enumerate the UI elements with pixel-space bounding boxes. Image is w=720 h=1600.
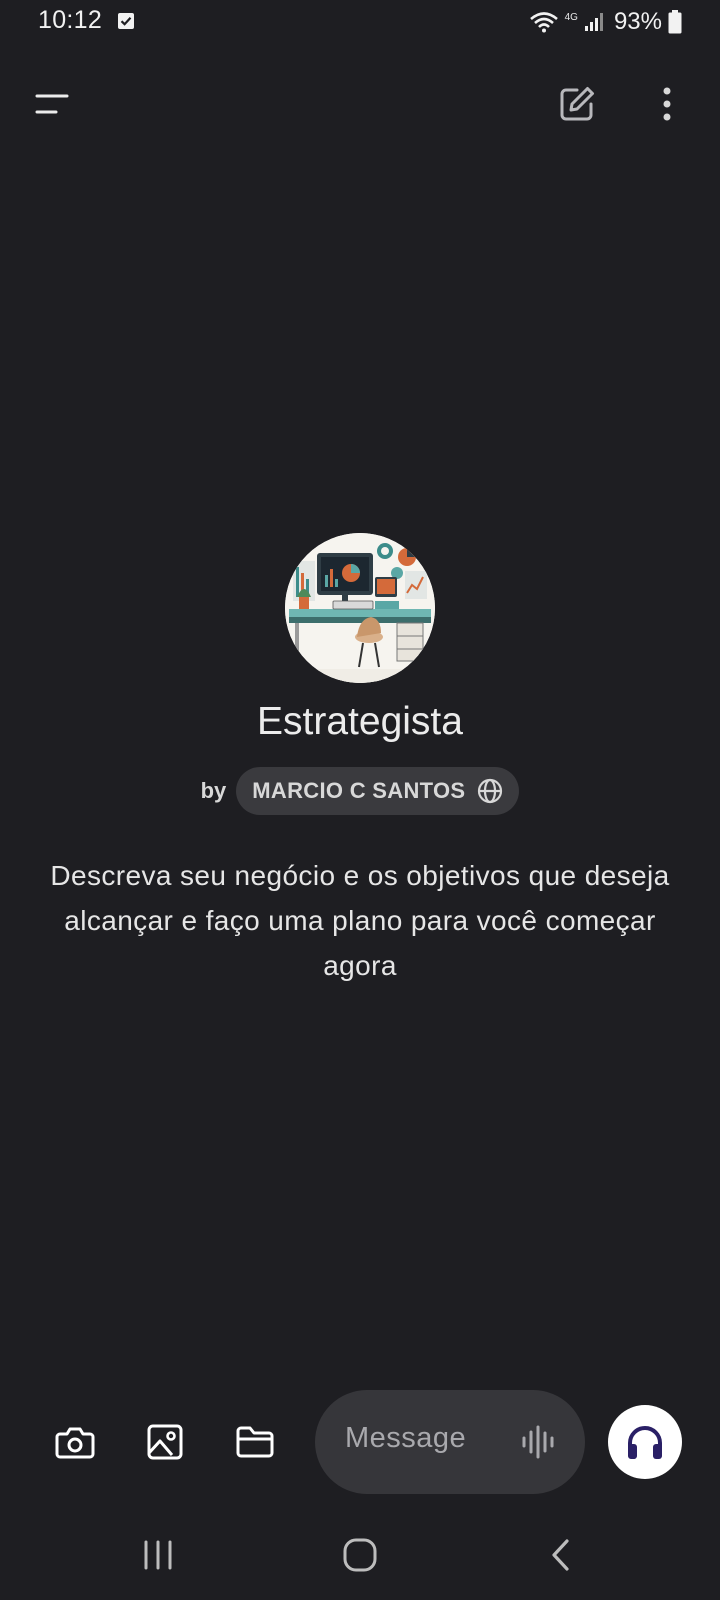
message-input[interactable]: Message (315, 1390, 585, 1494)
voice-mode-button[interactable] (608, 1405, 682, 1479)
new-chat-icon (560, 87, 594, 121)
menu-icon (35, 94, 69, 114)
gpt-name: Estrategista (257, 700, 463, 743)
battery-percent: 93% (613, 8, 662, 35)
more-vert-icon (663, 87, 671, 121)
status-bar: 10:12 4G 93% (0, 0, 720, 44)
home-icon (343, 1538, 377, 1572)
battery-icon (668, 10, 682, 34)
home-button[interactable] (330, 1530, 390, 1580)
folder-icon (236, 1426, 274, 1458)
avatar-illustration (285, 533, 435, 683)
more-options-button[interactable] (645, 82, 689, 126)
message-placeholder: Message (345, 1422, 467, 1454)
signal-icon (584, 13, 603, 31)
recents-icon (144, 1540, 172, 1570)
camera-icon (55, 1427, 95, 1459)
waveform-icon[interactable] (521, 1424, 557, 1460)
by-label: by (200, 778, 227, 803)
gpt-description: Descreva seu negócio e os objetivos que … (50, 860, 670, 981)
back-icon (552, 1539, 569, 1571)
author-name: MARCIO C SANTOS (252, 778, 466, 803)
new-chat-button[interactable] (555, 82, 599, 126)
headphones-icon (628, 1426, 662, 1459)
recents-button[interactable] (128, 1530, 188, 1580)
status-indicators: 4G 93% (529, 7, 682, 37)
status-time: 10:12 (38, 6, 103, 34)
image-icon (147, 1424, 183, 1460)
network-type: 4G (564, 11, 578, 23)
byline: by MARCIO C SANTOS (0, 767, 720, 815)
notification-check-icon (118, 13, 134, 29)
globe-icon (478, 778, 503, 804)
author-chip[interactable]: MARCIO C SANTOS (236, 767, 520, 815)
file-attach-button[interactable] (231, 1418, 279, 1466)
photo-library-button[interactable] (141, 1418, 189, 1466)
wifi-icon (529, 12, 558, 33)
menu-button[interactable] (30, 82, 74, 126)
camera-button[interactable] (51, 1418, 99, 1466)
back-button[interactable] (531, 1530, 591, 1580)
gpt-avatar (285, 533, 435, 683)
